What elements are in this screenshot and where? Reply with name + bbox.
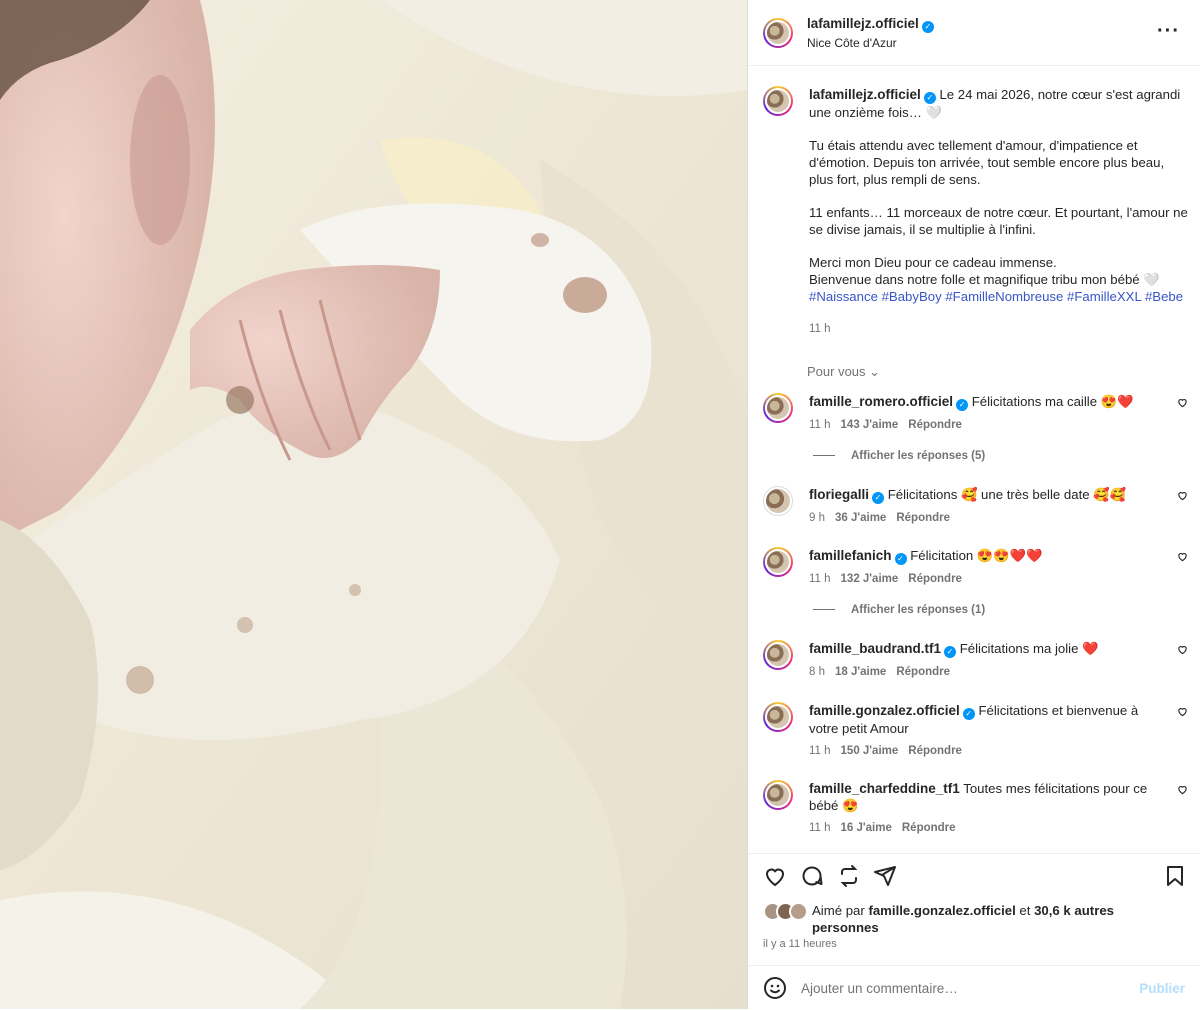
caption-time: 11 h <box>809 323 831 335</box>
caption-username[interactable]: lafamillejz.officiel <box>809 87 921 102</box>
comment-likes[interactable]: 18 J'aime <box>835 666 886 678</box>
comment-likes[interactable]: 150 J'aime <box>841 745 899 757</box>
comment-likes[interactable]: 36 J'aime <box>835 512 886 524</box>
reply-button[interactable]: Répondre <box>902 822 956 834</box>
comment-time: 11 h <box>809 822 831 834</box>
caption-hashtags[interactable]: #Naissance #BabyBoy #FamilleNombreuse #F… <box>809 288 1188 305</box>
verified-badge-icon: ✓ <box>962 708 975 720</box>
post-photo[interactable] <box>0 0 747 1009</box>
commenter-username[interactable]: floriegalli <box>809 487 869 502</box>
commenter-username[interactable]: famille_charfeddine_tf1 <box>809 781 960 796</box>
commenter-avatar[interactable] <box>763 547 793 577</box>
comment-likes[interactable]: 143 J'aime <box>841 419 899 431</box>
comment-likes[interactable]: 132 J'aime <box>841 573 899 585</box>
post-caption: lafamillejz.officiel ✓ Le 24 mai 2026, no… <box>763 86 1188 338</box>
comment-likes[interactable]: 16 J'aime <box>841 822 892 834</box>
heart-icon[interactable] <box>763 864 787 888</box>
comment-heart-icon[interactable] <box>1177 490 1188 501</box>
comment-text: Félicitation 😍😍❤️❤️ <box>910 548 1043 563</box>
comment-item: famille_romero.officiel ✓ Félicitations m… <box>763 393 1188 434</box>
comment-time: 9 h <box>809 512 825 524</box>
commenter-username[interactable]: famille_romero.officiel <box>809 394 953 409</box>
emoji-icon[interactable] <box>763 976 787 1000</box>
comment-text: Félicitations 🥰 une très belle date 🥰🥰 <box>887 487 1127 502</box>
caption-text-p4a: Merci mon Dieu pour ce cadeau immense. <box>809 255 1057 270</box>
comment-time: 11 h <box>809 745 831 757</box>
comment-time: 8 h <box>809 666 825 678</box>
caption-text-p2: Tu étais attendu avec tellement d'amour,… <box>809 138 1165 187</box>
commenter-username[interactable]: famille.gonzalez.officiel <box>809 703 960 718</box>
verified-badge-icon: ✓ <box>956 399 969 411</box>
verified-badge-icon: ✓ <box>944 646 957 658</box>
liked-by-label: Aimé par <box>812 903 865 918</box>
comment-time: 11 h <box>809 419 831 431</box>
post-location[interactable]: Nice Côte d'Azur <box>807 36 934 50</box>
comment-icon[interactable] <box>800 864 824 888</box>
newborn-photo <box>0 0 747 1009</box>
post-header: lafamillejz.officiel ✓ Nice Côte d'Azur ·… <box>748 0 1200 66</box>
verified-badge-icon: ✓ <box>894 553 907 565</box>
comment-heart-icon[interactable] <box>1177 706 1188 717</box>
sort-dropdown[interactable]: Pour vous ⌄ <box>807 364 880 380</box>
comment-item: famille_baudrand.tf1 ✓ Félicitations ma j… <box>763 640 1188 681</box>
commenter-username[interactable]: famille_baudrand.tf1 <box>809 641 941 656</box>
caption-avatar[interactable] <box>763 86 793 116</box>
comment-heart-icon[interactable] <box>1177 784 1188 795</box>
caption-text-p3: 11 enfants… 11 morceaux de notre cœur. E… <box>809 205 1188 237</box>
reply-button[interactable]: Répondre <box>896 512 950 524</box>
caption-text-p4b: Bienvenue dans notre folle et magnifique… <box>809 272 1160 287</box>
author-avatar[interactable] <box>763 17 793 48</box>
publish-button[interactable]: Publier <box>1139 981 1185 996</box>
repost-icon[interactable] <box>837 864 861 888</box>
post-timestamp: il y a 11 heures <box>763 938 837 950</box>
verified-badge-icon: ✓ <box>872 492 885 504</box>
liked-and-label: et <box>1019 903 1031 918</box>
likes-summary[interactable]: Aimé par famille.gonzalez.officiel et 30… <box>763 902 1142 936</box>
comment-item: famille_charfeddine_tf1 Toutes mes félic… <box>763 780 1188 837</box>
comment-item: floriegalli ✓ Félicitations 🥰 une très be… <box>763 486 1188 527</box>
comment-input[interactable]: Ajouter un commentaire… <box>801 981 958 996</box>
comment-text: Félicitations ma caille 😍❤️ <box>971 394 1134 409</box>
comment-heart-icon[interactable] <box>1177 644 1188 655</box>
post-side-panel: lafamillejz.officiel ✓ Nice Côte d'Azur ·… <box>747 0 1200 1009</box>
liker-avatar <box>789 902 808 921</box>
comment-time: 11 h <box>809 573 831 585</box>
commenter-avatar[interactable] <box>763 640 793 670</box>
commenter-avatar[interactable] <box>763 780 793 810</box>
more-options-icon[interactable]: ··· <box>1157 20 1180 43</box>
verified-badge-icon: ✓ <box>921 21 934 33</box>
bookmark-icon[interactable] <box>1163 864 1187 888</box>
post-actions: Aimé par famille.gonzalez.officiel et 30… <box>748 853 1200 950</box>
comment-text: Félicitations ma jolie ❤️ <box>959 641 1099 656</box>
commenter-avatar[interactable] <box>763 393 793 423</box>
reply-button[interactable]: Répondre <box>908 745 962 757</box>
comment-item: famillefanich ✓ Félicitation 😍😍❤️❤️ 11 h 1… <box>763 547 1188 588</box>
reply-button[interactable]: Répondre <box>908 419 962 431</box>
verified-badge-icon: ✓ <box>923 92 936 104</box>
commenter-avatar[interactable] <box>763 486 793 516</box>
commenter-username[interactable]: famillefanich <box>809 548 892 563</box>
commenter-avatar[interactable] <box>763 702 793 732</box>
reply-button[interactable]: Répondre <box>908 573 962 585</box>
liked-by-user[interactable]: famille.gonzalez.officiel <box>868 903 1015 918</box>
author-username[interactable]: lafamillejz.officiel <box>807 16 919 31</box>
comment-heart-icon[interactable] <box>1177 551 1188 562</box>
comment-item: famille.gonzalez.officiel ✓ Félicitations… <box>763 702 1188 760</box>
reply-button[interactable]: Répondre <box>896 666 950 678</box>
view-replies-button[interactable]: Afficher les réponses (5) <box>813 450 985 462</box>
add-comment-bar: Ajouter un commentaire… Publier <box>748 965 1200 1010</box>
share-icon[interactable] <box>873 864 897 888</box>
comment-heart-icon[interactable] <box>1177 397 1188 408</box>
view-replies-button[interactable]: Afficher les réponses (1) <box>813 604 985 616</box>
